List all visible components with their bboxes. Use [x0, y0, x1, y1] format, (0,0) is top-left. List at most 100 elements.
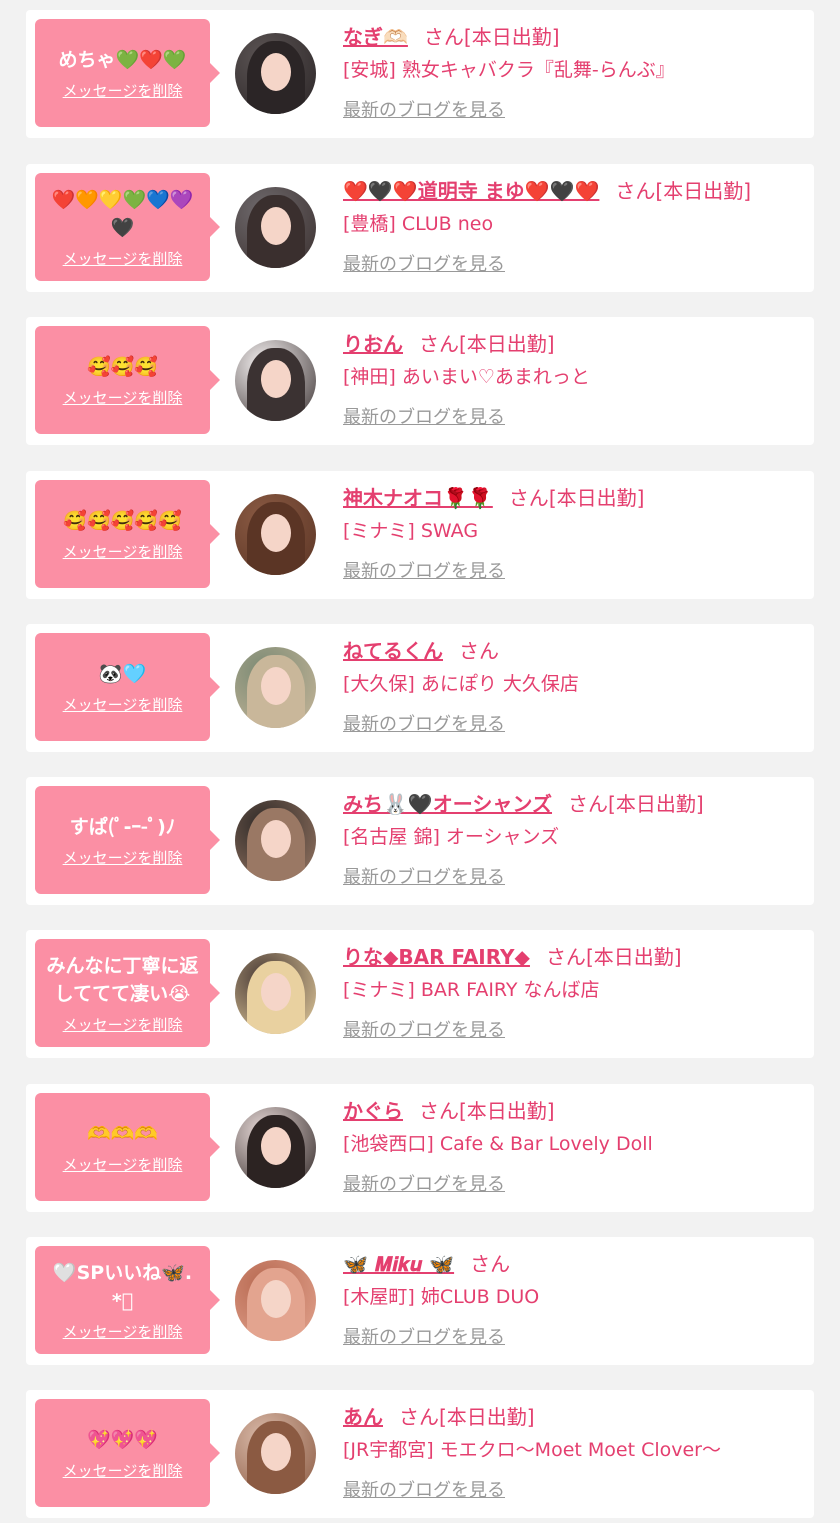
latest-blog-link[interactable]: 最新のブログを見る: [343, 863, 505, 889]
name-line: りおん さん[本日出勤]: [343, 329, 804, 359]
message-text: 🥰🥰🥰🥰🥰: [63, 509, 182, 532]
message-card: 💖💖💖 メッセージを削除 あん さん[本日出勤] [JR宇都宮] モエクロ〜Moe…: [26, 1390, 814, 1518]
latest-blog-link[interactable]: 最新のブログを見る: [343, 710, 505, 736]
message-text: 💖💖💖: [87, 1428, 158, 1451]
cast-name-link[interactable]: あん: [343, 1405, 383, 1429]
delete-message-button[interactable]: メッセージを削除: [63, 541, 183, 562]
message-bubble: 💖💖💖 メッセージを削除: [35, 1399, 220, 1507]
latest-blog-link[interactable]: 最新のブログを見る: [343, 1323, 505, 1349]
latest-blog-link[interactable]: 最新のブログを見る: [343, 557, 505, 583]
cast-info: 🦋 𝑴𝒊𝒌𝒖 🦋 さん [木屋町] 姉CLUB DUO 最新のブログを見る: [343, 1249, 804, 1349]
avatar-face: [261, 360, 291, 398]
message-list: めちゃ💚❤️💚 メッセージを削除 なぎ🫶🏻 さん[本日出勤] [安城] 熟女キャバ…: [0, 0, 840, 1523]
delete-message-button[interactable]: メッセージを削除: [63, 387, 183, 408]
avatar-face: [261, 1433, 291, 1471]
cast-name-link[interactable]: りな◆BAR FAIRY◆: [343, 945, 530, 969]
message-card: ❤️🧡💛💚💙💜🖤 メッセージを削除 ❤️🖤❤️道明寺 まゆ❤️🖤❤️ さん[本日出…: [26, 164, 814, 292]
honorific: さん: [568, 792, 609, 816]
honorific: さん: [399, 1405, 439, 1429]
avatar[interactable]: [235, 953, 316, 1034]
delete-message-button[interactable]: メッセージを削除: [63, 1014, 183, 1035]
cast-name-link[interactable]: 🦋 𝑴𝒊𝒌𝒖 🦋: [343, 1252, 454, 1276]
cast-name-link[interactable]: 神木ナオコ🌹🌹: [343, 486, 493, 510]
delete-message-button[interactable]: メッセージを削除: [63, 1321, 183, 1342]
latest-blog-link[interactable]: 最新のブログを見る: [343, 403, 505, 429]
message-card: 🐼🩵 メッセージを削除 ねてるくん さん [大久保] あにぽり 大久保店 最新のブ…: [26, 624, 814, 752]
cast-name-link[interactable]: りおん: [343, 332, 403, 356]
avatar[interactable]: [235, 1260, 316, 1341]
shop-name: [豊橋] CLUB neo: [343, 213, 494, 235]
message-bubble: ❤️🧡💛💚💙💜🖤 メッセージを削除: [35, 173, 220, 281]
attendance-status: [本日出勤]: [459, 1099, 555, 1123]
message-bubble: みんなに丁寧に返しててて凄い😭 メッセージを削除: [35, 939, 220, 1047]
cast-name-link[interactable]: なぎ🫶🏻: [343, 25, 408, 49]
name-line: あん さん[本日出勤]: [343, 1402, 804, 1432]
message-bubble: 🤍SPいいね🦋.*ﾟ メッセージを削除: [35, 1246, 220, 1354]
message-text: 🫶🫶🫶: [87, 1122, 158, 1145]
avatar-face: [261, 53, 291, 91]
message-bubble: 🥰🥰🥰🥰🥰 メッセージを削除: [35, 480, 220, 588]
message-bubble: めちゃ💚❤️💚 メッセージを削除: [35, 19, 220, 127]
name-line: かぐら さん[本日出勤]: [343, 1096, 804, 1126]
honorific: さん: [545, 945, 586, 969]
shop-name: [ミナミ] BAR FAIRY なんば店: [343, 979, 600, 1001]
avatar[interactable]: [235, 33, 316, 114]
cast-info: りおん さん[本日出勤] [神田] あいまい♡あまれっと 最新のブログを見る: [343, 329, 804, 429]
delete-message-button[interactable]: メッセージを削除: [63, 1154, 183, 1175]
avatar[interactable]: [235, 1413, 316, 1494]
latest-blog-link[interactable]: 最新のブログを見る: [343, 96, 505, 122]
avatar-face: [261, 514, 291, 552]
name-line: みち🐰🖤オーシャンズ さん[本日出勤]: [343, 789, 804, 819]
shop-name: [木屋町] 姉CLUB DUO: [343, 1286, 540, 1308]
shop-name: [名古屋 錦] オーシャンズ: [343, 826, 560, 848]
latest-blog-link[interactable]: 最新のブログを見る: [343, 1170, 505, 1196]
name-line: 神木ナオコ🌹🌹 さん[本日出勤]: [343, 483, 804, 513]
latest-blog-link[interactable]: 最新のブログを見る: [343, 250, 505, 276]
delete-message-button[interactable]: メッセージを削除: [63, 248, 183, 269]
cast-info: あん さん[本日出勤] [JR宇都宮] モエクロ〜Moet Moet Clover…: [343, 1402, 804, 1502]
latest-blog-link[interactable]: 最新のブログを見る: [343, 1016, 505, 1042]
honorific: さん: [615, 179, 656, 203]
delete-message-button[interactable]: メッセージを削除: [63, 694, 183, 715]
message-bubble: すぱ(ﾟ-ｰ-ﾟ)ﾉ メッセージを削除: [35, 786, 220, 894]
avatar[interactable]: [235, 647, 316, 728]
message-text: みんなに丁寧に返しててて凄い😭: [46, 954, 199, 1005]
message-text: めちゃ💚❤️💚: [58, 48, 187, 71]
name-line: なぎ🫶🏻 さん[本日出勤]: [343, 22, 804, 52]
attendance-status: [本日出勤]: [439, 1405, 535, 1429]
message-text: 🤍SPいいね🦋.*ﾟ: [52, 1261, 193, 1312]
message-text: すぱ(ﾟ-ｰ-ﾟ)ﾉ: [69, 815, 176, 838]
avatar[interactable]: [235, 494, 316, 575]
honorific: さん: [419, 1099, 459, 1123]
honorific: さん: [423, 25, 464, 49]
attendance-status: [本日出勤]: [585, 945, 682, 969]
message-card: みんなに丁寧に返しててて凄い😭 メッセージを削除 りな◆BAR FAIRY◆ さん…: [26, 930, 814, 1058]
message-card: めちゃ💚❤️💚 メッセージを削除 なぎ🫶🏻 さん[本日出勤] [安城] 熟女キャバ…: [26, 10, 814, 138]
avatar-face: [261, 207, 291, 245]
message-text: 🐼🩵: [98, 662, 147, 685]
delete-message-button[interactable]: メッセージを削除: [63, 1460, 183, 1481]
cast-info: ❤️🖤❤️道明寺 まゆ❤️🖤❤️ さん[本日出勤] [豊橋] CLUB neo 最…: [343, 176, 804, 276]
message-card: 🥰🥰🥰 メッセージを削除 りおん さん[本日出勤] [神田] あいまい♡あまれっと…: [26, 317, 814, 445]
avatar[interactable]: [235, 187, 316, 268]
avatar[interactable]: [235, 800, 316, 881]
cast-name-link[interactable]: ❤️🖤❤️道明寺 まゆ❤️🖤❤️: [343, 179, 599, 203]
message-bubble: 🥰🥰🥰 メッセージを削除: [35, 326, 220, 434]
attendance-status: [本日出勤]: [548, 486, 645, 510]
delete-message-button[interactable]: メッセージを削除: [63, 847, 183, 868]
avatar-face: [261, 1127, 291, 1165]
message-card: すぱ(ﾟ-ｰ-ﾟ)ﾉ メッセージを削除 みち🐰🖤オーシャンズ さん[本日出勤] […: [26, 777, 814, 905]
avatar[interactable]: [235, 1107, 316, 1188]
message-card: 🤍SPいいね🦋.*ﾟ メッセージを削除 🦋 𝑴𝒊𝒌𝒖 🦋 さん [木屋町] 姉CL…: [26, 1237, 814, 1365]
shop-name: [神田] あいまい♡あまれっと: [343, 366, 590, 388]
cast-name-link[interactable]: みち🐰🖤オーシャンズ: [343, 792, 552, 816]
delete-message-button[interactable]: メッセージを削除: [63, 80, 183, 101]
cast-info: 神木ナオコ🌹🌹 さん[本日出勤] [ミナミ] SWAG 最新のブログを見る: [343, 483, 804, 583]
latest-blog-link[interactable]: 最新のブログを見る: [343, 1476, 505, 1502]
cast-name-link[interactable]: ねてるくん: [343, 639, 443, 663]
avatar[interactable]: [235, 340, 316, 421]
name-line: ねてるくん さん: [343, 636, 804, 666]
cast-name-link[interactable]: かぐら: [343, 1099, 403, 1123]
avatar-face: [261, 1280, 291, 1318]
avatar-face: [261, 973, 291, 1011]
